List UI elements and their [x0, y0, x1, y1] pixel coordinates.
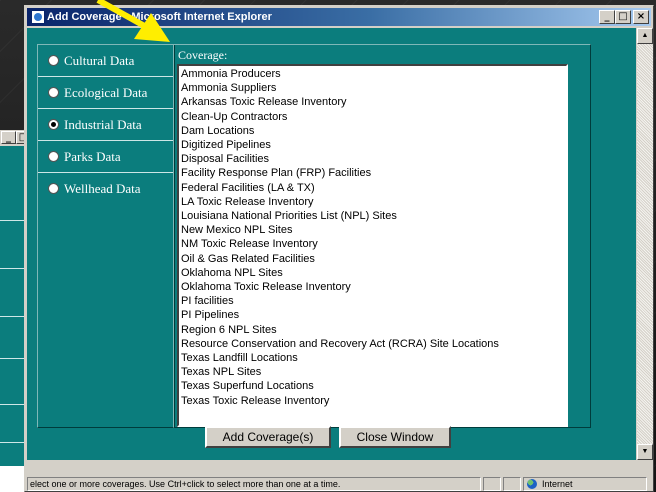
coverage-option[interactable]: Texas Landfill Locations: [181, 351, 564, 365]
radio-cultural-data[interactable]: [48, 55, 59, 66]
coverage-option[interactable]: Arkansas Toxic Release Inventory: [181, 95, 564, 109]
window-title: Add Coverage - Microsoft Internet Explor…: [47, 11, 272, 23]
coverage-option[interactable]: Resource Conservation and Recovery Act (…: [181, 337, 564, 351]
category-label: Wellhead Data: [64, 181, 141, 196]
coverage-option[interactable]: Oil & Gas Related Facilities: [181, 252, 564, 266]
coverage-label: Coverage:: [178, 48, 228, 62]
coverage-option[interactable]: PI Pipelines: [181, 308, 564, 322]
coverage-option[interactable]: New Mexico NPL Sites: [181, 223, 564, 237]
coverage-option[interactable]: Ammonia Suppliers: [181, 81, 564, 95]
coverage-option[interactable]: Texas NPL Sites: [181, 365, 564, 379]
coverage-option[interactable]: PI facilities: [181, 294, 564, 308]
category-label: Ecological Data: [64, 85, 148, 100]
minimize-button[interactable]: _: [599, 10, 615, 24]
category-label: Cultural Data: [64, 53, 135, 68]
coverage-panel: Coverage: Ammonia Producers Ammonia Suppl…: [173, 44, 591, 428]
zone-label: Internet: [542, 479, 573, 489]
category-wellhead-data[interactable]: Wellhead Data: [38, 173, 174, 205]
button-row: Add Coverage(s) Close Window: [205, 426, 451, 448]
security-zone: Internet: [523, 477, 647, 491]
window-controls: _ □ ×: [599, 10, 649, 24]
globe-icon: [527, 479, 537, 489]
page-scrollbar[interactable]: ▲ ▼: [637, 28, 653, 460]
page-content: Cultural Data Ecological Data Industrial…: [27, 28, 636, 460]
coverage-option[interactable]: Ammonia Producers: [181, 67, 564, 81]
background-minimize-button[interactable]: _: [1, 131, 16, 144]
title-bar[interactable]: Add Coverage - Microsoft Internet Explor…: [27, 8, 651, 26]
category-label: Parks Data: [64, 149, 121, 164]
scroll-up-arrow-icon[interactable]: ▲: [637, 28, 653, 44]
coverage-option[interactable]: Oklahoma Toxic Release Inventory: [181, 280, 564, 294]
category-label: Industrial Data: [64, 117, 142, 132]
coverage-option[interactable]: Texas Toxic Release Inventory: [181, 394, 564, 408]
category-panel: Cultural Data Ecological Data Industrial…: [37, 44, 175, 428]
coverage-option[interactable]: Digitized Pipelines: [181, 138, 564, 152]
radio-parks-data[interactable]: [48, 151, 59, 162]
add-coverage-window: Add Coverage - Microsoft Internet Explor…: [24, 5, 654, 492]
ie-page-icon: [31, 10, 45, 24]
status-bar: elect one or more coverages. Use Ctrl+cl…: [27, 477, 653, 491]
coverage-option[interactable]: Facility Response Plan (FRP) Facilities: [181, 166, 564, 180]
category-ecological-data[interactable]: Ecological Data: [38, 77, 174, 109]
category-cultural-data[interactable]: Cultural Data: [38, 45, 174, 77]
coverage-option[interactable]: LA Toxic Release Inventory: [181, 195, 564, 209]
add-coverage-button[interactable]: Add Coverage(s): [205, 426, 331, 448]
category-parks-data[interactable]: Parks Data: [38, 141, 174, 173]
radio-industrial-data[interactable]: [48, 119, 59, 130]
coverage-option[interactable]: Oklahoma NPL Sites: [181, 266, 564, 280]
coverage-option[interactable]: Region 6 NPL Sites: [181, 323, 564, 337]
coverage-listbox[interactable]: Ammonia Producers Ammonia Suppliers Arkans…: [177, 64, 568, 427]
coverage-option[interactable]: Louisiana National Priorities List (NPL)…: [181, 209, 564, 223]
coverage-option[interactable]: Clean-Up Contractors: [181, 110, 564, 124]
scroll-down-arrow-icon[interactable]: ▼: [637, 444, 653, 460]
status-message: elect one or more coverages. Use Ctrl+cl…: [27, 477, 481, 491]
close-button[interactable]: ×: [633, 10, 649, 24]
maximize-button[interactable]: □: [615, 10, 631, 24]
coverage-option[interactable]: Federal Facilities (LA & TX): [181, 181, 564, 195]
coverage-option[interactable]: Dam Locations: [181, 124, 564, 138]
category-industrial-data[interactable]: Industrial Data: [38, 109, 174, 141]
coverage-option[interactable]: NM Toxic Release Inventory: [181, 237, 564, 251]
close-window-button[interactable]: Close Window: [339, 426, 451, 448]
radio-ecological-data[interactable]: [48, 87, 59, 98]
coverage-option[interactable]: Disposal Facilities: [181, 152, 564, 166]
radio-wellhead-data[interactable]: [48, 183, 59, 194]
coverage-option[interactable]: Texas Superfund Locations: [181, 379, 564, 393]
status-pane: [483, 477, 501, 491]
status-pane: [503, 477, 521, 491]
